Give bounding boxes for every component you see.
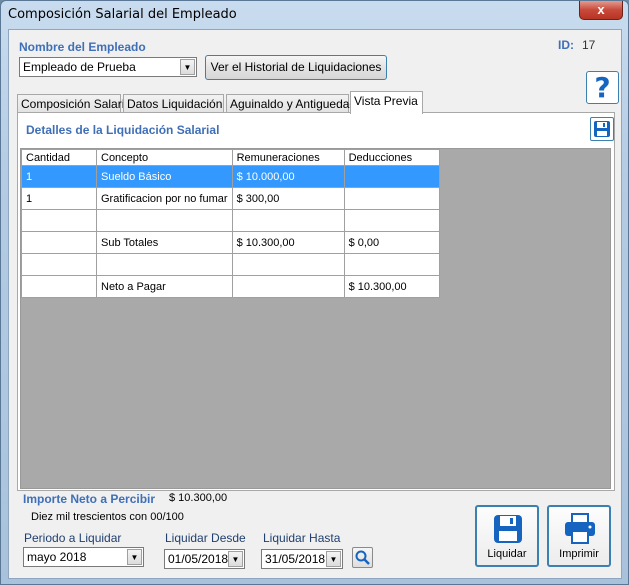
history-button-label: Ver el Historial de Liquidaciones (210, 60, 382, 74)
chevron-down-icon[interactable]: ▼ (180, 59, 195, 75)
table-cell: Gratificacion por no fumar (96, 187, 233, 210)
search-button[interactable] (352, 547, 373, 568)
save-icon (494, 515, 522, 543)
chevron-down-icon[interactable]: ▼ (326, 551, 341, 567)
table-cell (343, 187, 440, 210)
printer-icon (565, 513, 595, 544)
table-row[interactable]: 1 Sueldo Básico $ 10.000,00 (21, 165, 440, 188)
table-cell (21, 253, 97, 276)
tab-label: Vista Previa (354, 94, 418, 108)
save-icon (594, 121, 610, 137)
tab-datos-liquidacion[interactable]: Datos Liquidación (123, 94, 224, 113)
id-value: 17 (582, 38, 596, 52)
from-date-value: 01/05/2018 (168, 552, 229, 566)
net-amount-value: $ 10.300,00 (169, 492, 228, 504)
column-header[interactable]: Deducciones (343, 149, 440, 166)
employee-label: Nombre del Empleado (19, 40, 146, 54)
table-cell: 1 (21, 165, 97, 188)
id-label: ID: (558, 38, 574, 52)
period-label: Periodo a Liquidar (24, 531, 122, 545)
chevron-down-icon[interactable]: ▼ (228, 551, 243, 567)
table-row[interactable] (21, 209, 440, 232)
table-cell (231, 275, 345, 298)
help-icon: ? (594, 71, 611, 104)
column-header[interactable]: Cantidad (21, 149, 97, 166)
table-cell: $ 300,00 (231, 187, 345, 210)
history-button[interactable]: Ver el Historial de Liquidaciones (205, 55, 387, 80)
tab-vista-previa[interactable]: Vista Previa (350, 91, 423, 114)
tab-label: Datos Liquidación (127, 97, 223, 111)
column-header[interactable]: Remuneraciones (231, 149, 345, 166)
table-cell (96, 209, 233, 232)
table-cell (343, 209, 440, 232)
period-select-value: mayo 2018 (27, 550, 87, 564)
section-title: Detalles de la Liquidación Salarial (26, 123, 220, 137)
client-area: Nombre del Empleado ID: 17 Empleado de P… (8, 29, 622, 579)
vista-previa-panel: Detalles de la Liquidación Salarial Cant… (17, 112, 615, 491)
table-row[interactable]: 1 Gratificacion por no fumar $ 300,00 (21, 187, 440, 210)
from-date-label: Liquidar Desde (165, 531, 246, 545)
to-date-label: Liquidar Hasta (263, 531, 341, 545)
employee-select-value: Empleado de Prueba (23, 60, 136, 74)
chevron-down-icon[interactable]: ▼ (127, 549, 142, 565)
help-button[interactable]: ? (586, 71, 619, 104)
search-icon (355, 550, 370, 565)
table-cell (231, 253, 345, 276)
tab-label: Aguinaldo y Antiguedad (230, 97, 357, 111)
net-amount-label: Importe Neto a Percibir (23, 492, 156, 506)
tab-label: Composición Salarial (21, 97, 134, 111)
net-amount-words: Diez mil trescientos con 00/100 (31, 511, 184, 523)
to-date-picker[interactable]: 31/05/2018 ▼ (261, 549, 343, 569)
window-title: Composición Salarial del Empleado (8, 7, 237, 22)
table-cell: $ 10.000,00 (231, 165, 345, 188)
save-button[interactable] (590, 117, 614, 141)
to-date-value: 31/05/2018 (265, 552, 326, 566)
liquidacion-table: Cantidad Concepto Remuneraciones Deducci… (21, 149, 440, 298)
close-button[interactable]: x (579, 1, 623, 20)
table-header-row: Cantidad Concepto Remuneraciones Deducci… (21, 149, 440, 166)
title-bar[interactable]: Composición Salarial del Empleado x (1, 1, 628, 29)
table-cell (21, 209, 97, 232)
print-button[interactable]: Imprimir (547, 505, 611, 567)
liquidar-button[interactable]: Liquidar (475, 505, 539, 567)
table-cell: $ 10.300,00 (343, 275, 440, 298)
employee-select[interactable]: Empleado de Prueba ▼ (19, 57, 197, 77)
liquidacion-grid[interactable]: Cantidad Concepto Remuneraciones Deducci… (20, 148, 611, 489)
liquidar-button-label: Liquidar (487, 548, 527, 560)
table-cell (343, 253, 440, 276)
print-button-label: Imprimir (559, 548, 599, 560)
table-cell (21, 275, 97, 298)
table-cell (343, 165, 440, 188)
tab-aguinaldo-antiguedad[interactable]: Aguinaldo y Antiguedad (226, 94, 356, 113)
table-row[interactable] (21, 253, 440, 276)
table-cell: $ 0,00 (343, 231, 440, 254)
table-row[interactable]: Sub Totales $ 10.300,00 $ 0,00 (21, 231, 440, 254)
table-cell: 1 (21, 187, 97, 210)
column-header[interactable]: Concepto (96, 149, 233, 166)
tab-composicion-salarial[interactable]: Composición Salarial (17, 94, 134, 113)
period-select[interactable]: mayo 2018 ▼ (23, 547, 144, 567)
table-cell: Sueldo Básico (96, 165, 233, 188)
app-window: Composición Salarial del Empleado x Nomb… (0, 0, 629, 585)
table-cell (21, 231, 97, 254)
table-cell: Sub Totales (96, 231, 233, 254)
table-cell (96, 253, 233, 276)
from-date-picker[interactable]: 01/05/2018 ▼ (164, 549, 245, 569)
table-cell: Neto a Pagar (96, 275, 233, 298)
table-cell (231, 209, 345, 232)
table-row[interactable]: Neto a Pagar $ 10.300,00 (21, 275, 440, 298)
table-cell: $ 10.300,00 (231, 231, 345, 254)
close-icon: x (597, 2, 605, 17)
